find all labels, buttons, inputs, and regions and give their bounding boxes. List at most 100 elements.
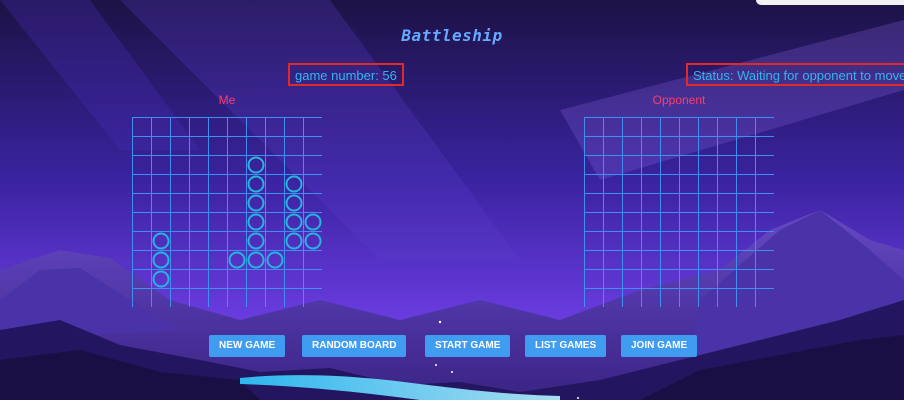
opponent-board-cell[interactable] <box>660 250 680 270</box>
opponent-board-cell[interactable] <box>603 269 623 289</box>
my-board-cell[interactable] <box>303 250 323 270</box>
opponent-board-cell[interactable] <box>584 250 604 270</box>
opponent-board-cell[interactable] <box>660 193 680 213</box>
opponent-board-cell[interactable] <box>736 212 756 232</box>
my-board-cell[interactable] <box>189 174 209 194</box>
my-board-cell[interactable] <box>208 136 228 156</box>
opponent-board-cell[interactable] <box>641 269 661 289</box>
opponent-board-cell[interactable] <box>717 212 737 232</box>
my-board-cell[interactable] <box>189 231 209 251</box>
opponent-board-cell[interactable] <box>698 174 718 194</box>
my-board-cell[interactable] <box>284 136 304 156</box>
my-board-cell[interactable] <box>170 269 190 289</box>
opponent-board-cell[interactable] <box>736 250 756 270</box>
opponent-board-cell[interactable] <box>603 193 623 213</box>
my-board-cell[interactable] <box>227 136 247 156</box>
opponent-board-cell[interactable] <box>736 193 756 213</box>
my-board-cell[interactable] <box>246 136 266 156</box>
my-board-cell[interactable] <box>170 117 190 137</box>
new-game-button[interactable]: NEW GAME <box>209 335 286 357</box>
opponent-board-cell[interactable] <box>622 117 642 137</box>
opponent-board-cell[interactable] <box>622 155 642 175</box>
opponent-board-cell[interactable] <box>622 231 642 251</box>
my-board-cell[interactable] <box>265 212 285 232</box>
opponent-board-cell[interactable] <box>698 250 718 270</box>
opponent-board-cell[interactable] <box>679 136 699 156</box>
opponent-board-cell[interactable] <box>584 231 604 251</box>
my-board-cell[interactable] <box>246 117 266 137</box>
join-game-button[interactable]: JOIN GAME <box>621 335 698 357</box>
my-board-cell[interactable] <box>132 136 152 156</box>
opponent-board-cell[interactable] <box>660 117 680 137</box>
my-board-cell[interactable] <box>284 155 304 175</box>
opponent-board-cell[interactable] <box>584 288 604 308</box>
my-board-cell[interactable] <box>189 193 209 213</box>
my-board-cell[interactable] <box>303 117 323 137</box>
my-board-cell[interactable] <box>170 231 190 251</box>
my-board-cell[interactable] <box>132 212 152 232</box>
my-board-cell[interactable] <box>208 174 228 194</box>
opponent-board-cell[interactable] <box>603 288 623 308</box>
opponent-board-cell[interactable] <box>641 174 661 194</box>
my-board-cell[interactable] <box>170 136 190 156</box>
opponent-board-cell[interactable] <box>584 155 604 175</box>
my-board-cell[interactable] <box>170 250 190 270</box>
opponent-board-cell[interactable] <box>584 212 604 232</box>
my-board-cell[interactable] <box>189 250 209 270</box>
my-board-cell[interactable] <box>132 193 152 213</box>
opponent-board-cell[interactable] <box>717 269 737 289</box>
my-board-cell[interactable] <box>208 231 228 251</box>
my-board-cell[interactable] <box>151 193 171 213</box>
opponent-board-cell[interactable] <box>660 231 680 251</box>
opponent-board-cell[interactable] <box>603 231 623 251</box>
opponent-board-cell[interactable] <box>603 174 623 194</box>
my-board-cell[interactable] <box>227 155 247 175</box>
opponent-board-cell[interactable] <box>755 155 775 175</box>
opponent-board-cell[interactable] <box>679 288 699 308</box>
my-board-cell[interactable] <box>227 231 247 251</box>
opponent-board-cell[interactable] <box>641 288 661 308</box>
my-board-cell[interactable] <box>151 288 171 308</box>
my-board-cell[interactable] <box>265 193 285 213</box>
my-board-cell[interactable] <box>265 117 285 137</box>
opponent-board-cell[interactable] <box>603 117 623 137</box>
opponent-board-cell[interactable] <box>736 117 756 137</box>
opponent-board-cell[interactable] <box>603 136 623 156</box>
my-board-cell[interactable] <box>208 117 228 137</box>
my-board-cell[interactable] <box>170 155 190 175</box>
opponent-board-cell[interactable] <box>755 212 775 232</box>
my-board-cell[interactable] <box>303 174 323 194</box>
opponent-board-cell[interactable] <box>717 231 737 251</box>
my-board-cell[interactable] <box>208 250 228 270</box>
opponent-board-cell[interactable] <box>641 155 661 175</box>
my-board-cell[interactable] <box>132 269 152 289</box>
my-board-cell[interactable] <box>208 212 228 232</box>
my-board-cell[interactable] <box>284 250 304 270</box>
opponent-board-cell[interactable] <box>660 155 680 175</box>
opponent-board-cell[interactable] <box>679 155 699 175</box>
my-board-cell[interactable] <box>208 269 228 289</box>
opponent-board-cell[interactable] <box>736 136 756 156</box>
my-board-cell[interactable] <box>227 269 247 289</box>
my-board-cell[interactable] <box>265 136 285 156</box>
opponent-board-cell[interactable] <box>641 250 661 270</box>
my-board-cell[interactable] <box>132 288 152 308</box>
opponent-board-cell[interactable] <box>641 212 661 232</box>
opponent-board-cell[interactable] <box>641 231 661 251</box>
opponent-board-cell[interactable] <box>679 250 699 270</box>
opponent-board-cell[interactable] <box>698 117 718 137</box>
opponent-board-cell[interactable] <box>641 117 661 137</box>
opponent-board-cell[interactable] <box>622 193 642 213</box>
opponent-board-cell[interactable] <box>698 193 718 213</box>
opponent-board-cell[interactable] <box>622 136 642 156</box>
opponent-board-cell[interactable] <box>622 269 642 289</box>
my-board-cell[interactable] <box>189 155 209 175</box>
opponent-board-cell[interactable] <box>717 193 737 213</box>
my-board-cell[interactable] <box>227 288 247 308</box>
opponent-board-cell[interactable] <box>584 136 604 156</box>
my-board-cell[interactable] <box>189 269 209 289</box>
opponent-board-cell[interactable] <box>679 174 699 194</box>
my-board-cell[interactable] <box>303 136 323 156</box>
my-board-cell[interactable] <box>265 155 285 175</box>
opponent-board-cell[interactable] <box>755 269 775 289</box>
